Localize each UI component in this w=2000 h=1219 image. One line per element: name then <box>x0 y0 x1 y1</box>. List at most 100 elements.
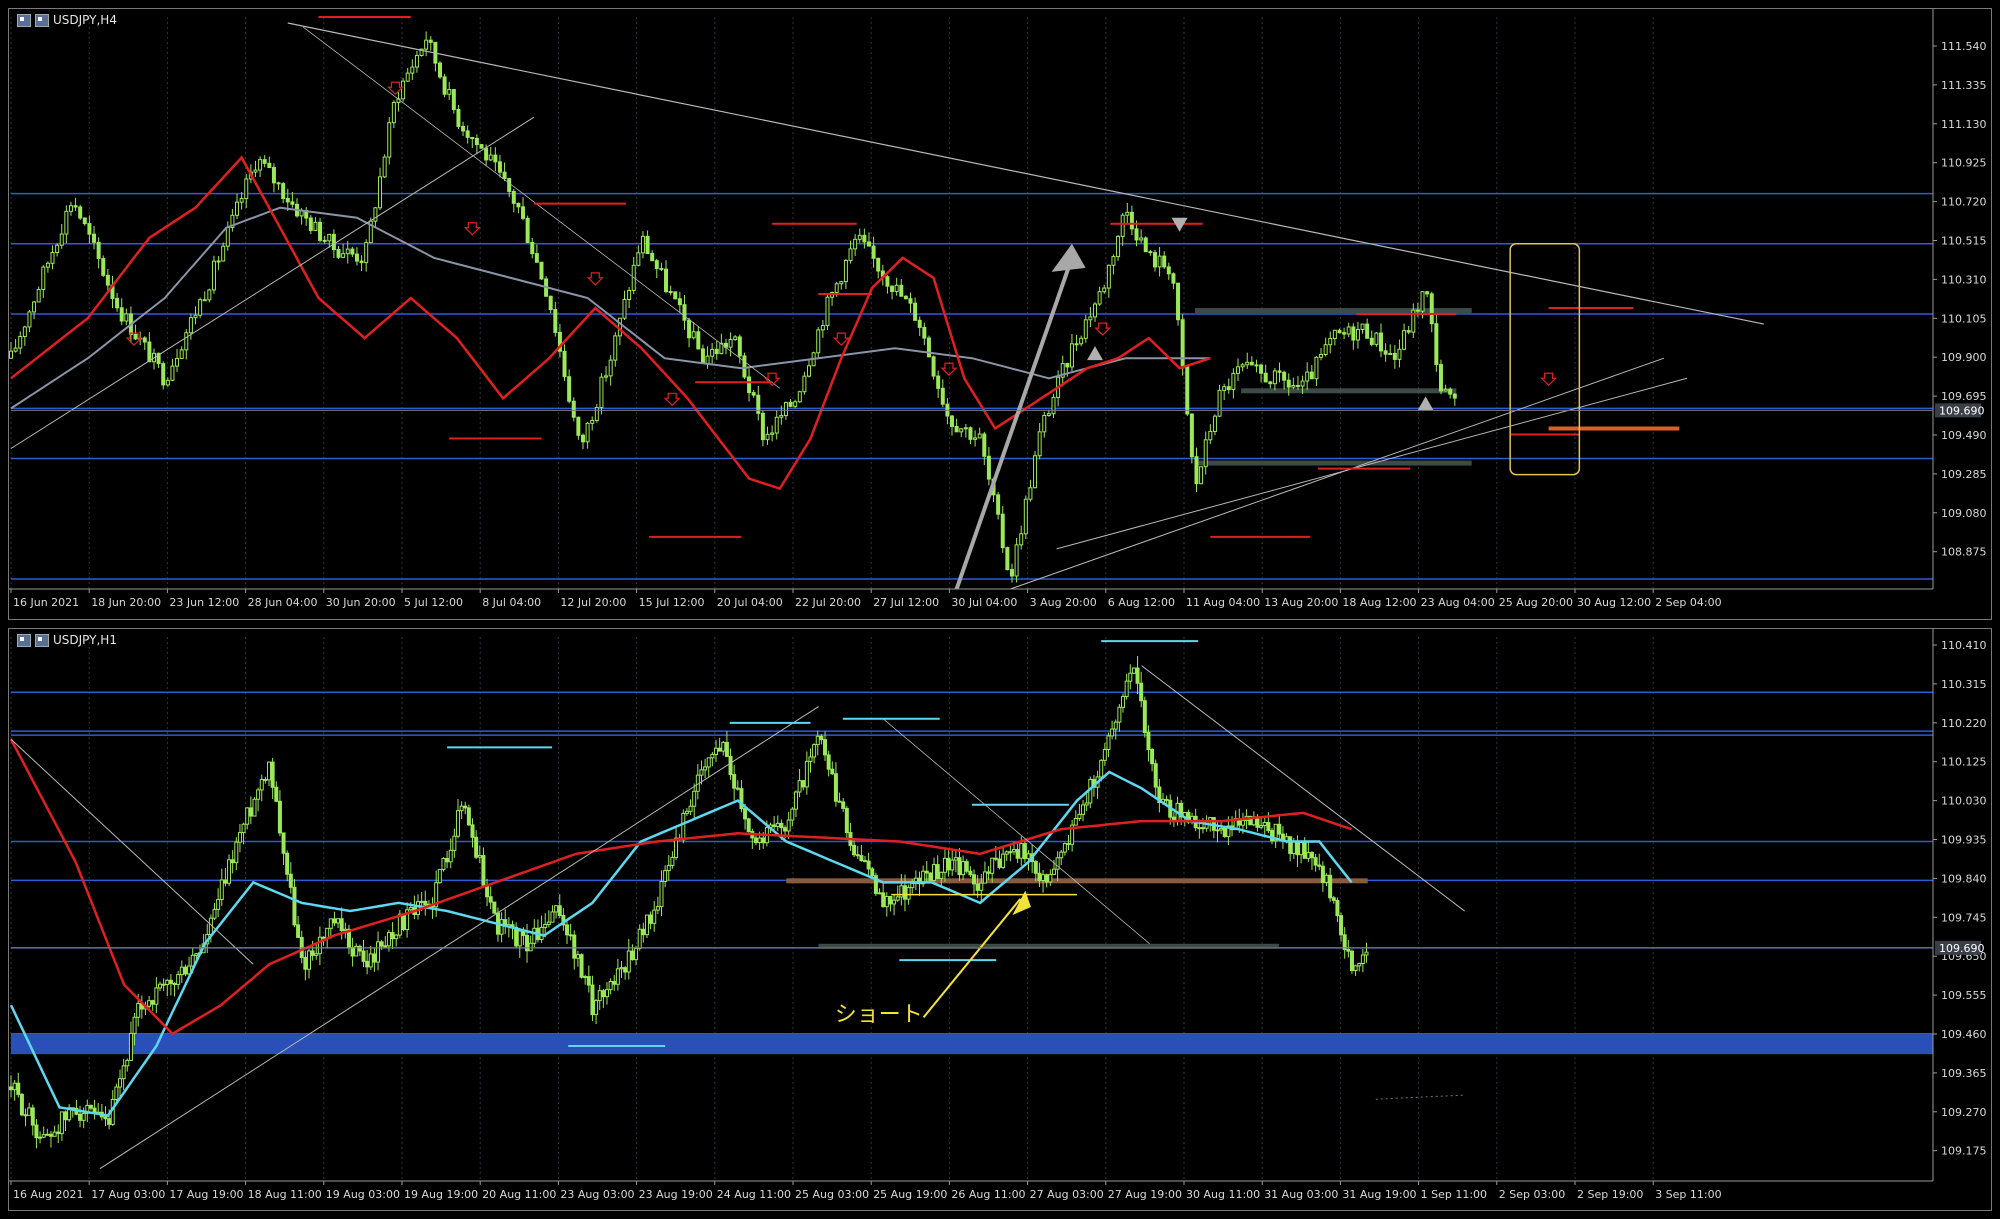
h1-chart-pane[interactable]: ショート 110.410 110.315 110.220 110.125 110.030 1… <box>8 628 1992 1211</box>
candle-bearish <box>290 201 295 205</box>
candle-bearish <box>133 333 138 340</box>
candle-bullish <box>50 251 55 264</box>
candle-bearish <box>530 241 535 255</box>
candle-bullish <box>1402 330 1407 350</box>
candle-bullish <box>1157 255 1162 268</box>
candle-bearish <box>576 416 581 436</box>
time-tick-label: 23 Aug 04:00 <box>1421 596 1495 609</box>
candle-bullish <box>640 235 645 254</box>
candle-bearish <box>1339 915 1344 936</box>
candle-bullish <box>608 359 613 377</box>
candle-bullish <box>613 335 618 361</box>
candle-bearish <box>497 161 502 173</box>
candle-bullish <box>543 923 548 928</box>
candle-bearish <box>1200 827 1205 830</box>
candle-bearish <box>968 870 973 876</box>
candle-bullish <box>452 835 457 851</box>
candle-bullish <box>892 899 897 905</box>
time-tick-label: 5 Jul 12:00 <box>404 596 463 609</box>
candle-bullish <box>387 122 392 158</box>
candle-bullish <box>225 226 230 247</box>
candle-bearish <box>161 363 166 386</box>
candle-bearish <box>516 202 521 208</box>
candle-bullish <box>979 882 984 891</box>
candle-bearish <box>935 864 940 879</box>
candle-bearish <box>1346 949 1351 952</box>
candle-bullish <box>397 913 402 936</box>
support-zone-rect <box>11 1033 1933 1055</box>
candle-bearish <box>322 239 327 242</box>
price-tick-label: 110.220 <box>1941 717 1987 730</box>
candle-bullish <box>448 849 453 863</box>
time-tick-label: 18 Jun 20:00 <box>91 596 161 609</box>
price-tick-label: 109.695 <box>1941 390 1987 403</box>
candle-bullish <box>793 791 798 810</box>
candle-bearish <box>772 824 777 827</box>
candle-bullish <box>554 905 559 913</box>
candle-bullish <box>1197 827 1202 830</box>
candle-bearish <box>650 253 655 262</box>
h4-chart-pane[interactable]: 111.540 111.335 111.130 110.925 110.720 110.5… <box>8 8 1992 620</box>
candle-bearish <box>451 89 456 110</box>
candle-bearish <box>331 233 336 251</box>
candle-bearish <box>16 1082 21 1095</box>
time-tick-label: 1 Sep 11:00 <box>1421 1188 1487 1201</box>
candle-bearish <box>717 747 722 752</box>
candle-bullish <box>575 954 580 959</box>
candle-bearish <box>1164 798 1169 801</box>
candle-bearish <box>668 291 673 294</box>
candle-bearish <box>673 291 678 300</box>
candle-bearish <box>641 928 646 936</box>
time-tick-label: 24 Aug 11:00 <box>717 1188 791 1201</box>
candle-bullish <box>655 906 660 911</box>
candle-bullish <box>1073 817 1078 826</box>
candle-bullish <box>585 422 590 443</box>
candle-bearish <box>534 253 539 263</box>
candle-bearish <box>964 861 969 872</box>
candle-bearish <box>310 950 315 956</box>
candle-bearish <box>230 859 235 864</box>
candle-bearish <box>1438 364 1443 392</box>
candle-bullish <box>825 296 830 327</box>
price-tick-label: 111.540 <box>1941 40 1987 53</box>
candle-bullish <box>1055 857 1060 870</box>
candle-bullish <box>459 805 464 812</box>
h1-chart-canvas[interactable]: ショート 110.410 110.315 110.220 110.125 110.030 1… <box>9 629 1991 1210</box>
candle-bearish <box>890 285 895 292</box>
candle-bearish <box>147 341 152 363</box>
candle-bearish <box>474 836 479 858</box>
candle-bullish <box>1219 827 1224 831</box>
candle-bullish <box>1353 965 1358 971</box>
h4-chart-canvas[interactable]: 111.540 111.335 111.130 110.925 110.720 110.5… <box>9 9 1991 619</box>
candle-bullish <box>267 761 272 781</box>
candle-bearish <box>761 837 766 844</box>
candle-bullish <box>977 433 982 439</box>
candle-bearish <box>623 967 628 973</box>
candle-bullish <box>36 289 41 303</box>
time-tick-label: 25 Aug 03:00 <box>795 1188 869 1201</box>
price-tick-label: 109.270 <box>1941 1106 1987 1119</box>
candle-bullish <box>1106 264 1111 289</box>
candle-bullish <box>1121 695 1126 708</box>
candle-bearish <box>565 924 570 936</box>
candle-bullish <box>1231 372 1236 391</box>
candle-bearish <box>714 348 719 355</box>
candle-bullish <box>1332 329 1337 339</box>
candle-bullish <box>327 233 332 242</box>
price-tick-label: 109.745 <box>1941 911 1987 924</box>
candle-bearish <box>332 918 337 924</box>
time-tick-label: 27 Jul 12:00 <box>873 596 939 609</box>
candle-bearish <box>852 844 857 856</box>
candle-bullish <box>391 101 396 124</box>
candle-bearish <box>63 1111 68 1121</box>
candle-bearish <box>553 309 558 333</box>
chart-icon <box>35 633 49 647</box>
candle-bearish <box>30 1107 35 1126</box>
candle-bullish <box>1037 431 1042 457</box>
candle-bullish <box>1236 366 1241 374</box>
candle-bullish <box>373 207 378 222</box>
candle-bullish <box>1088 316 1093 321</box>
candle-bearish <box>401 913 406 931</box>
candle-bearish <box>466 807 471 826</box>
candle-bullish <box>910 882 915 889</box>
